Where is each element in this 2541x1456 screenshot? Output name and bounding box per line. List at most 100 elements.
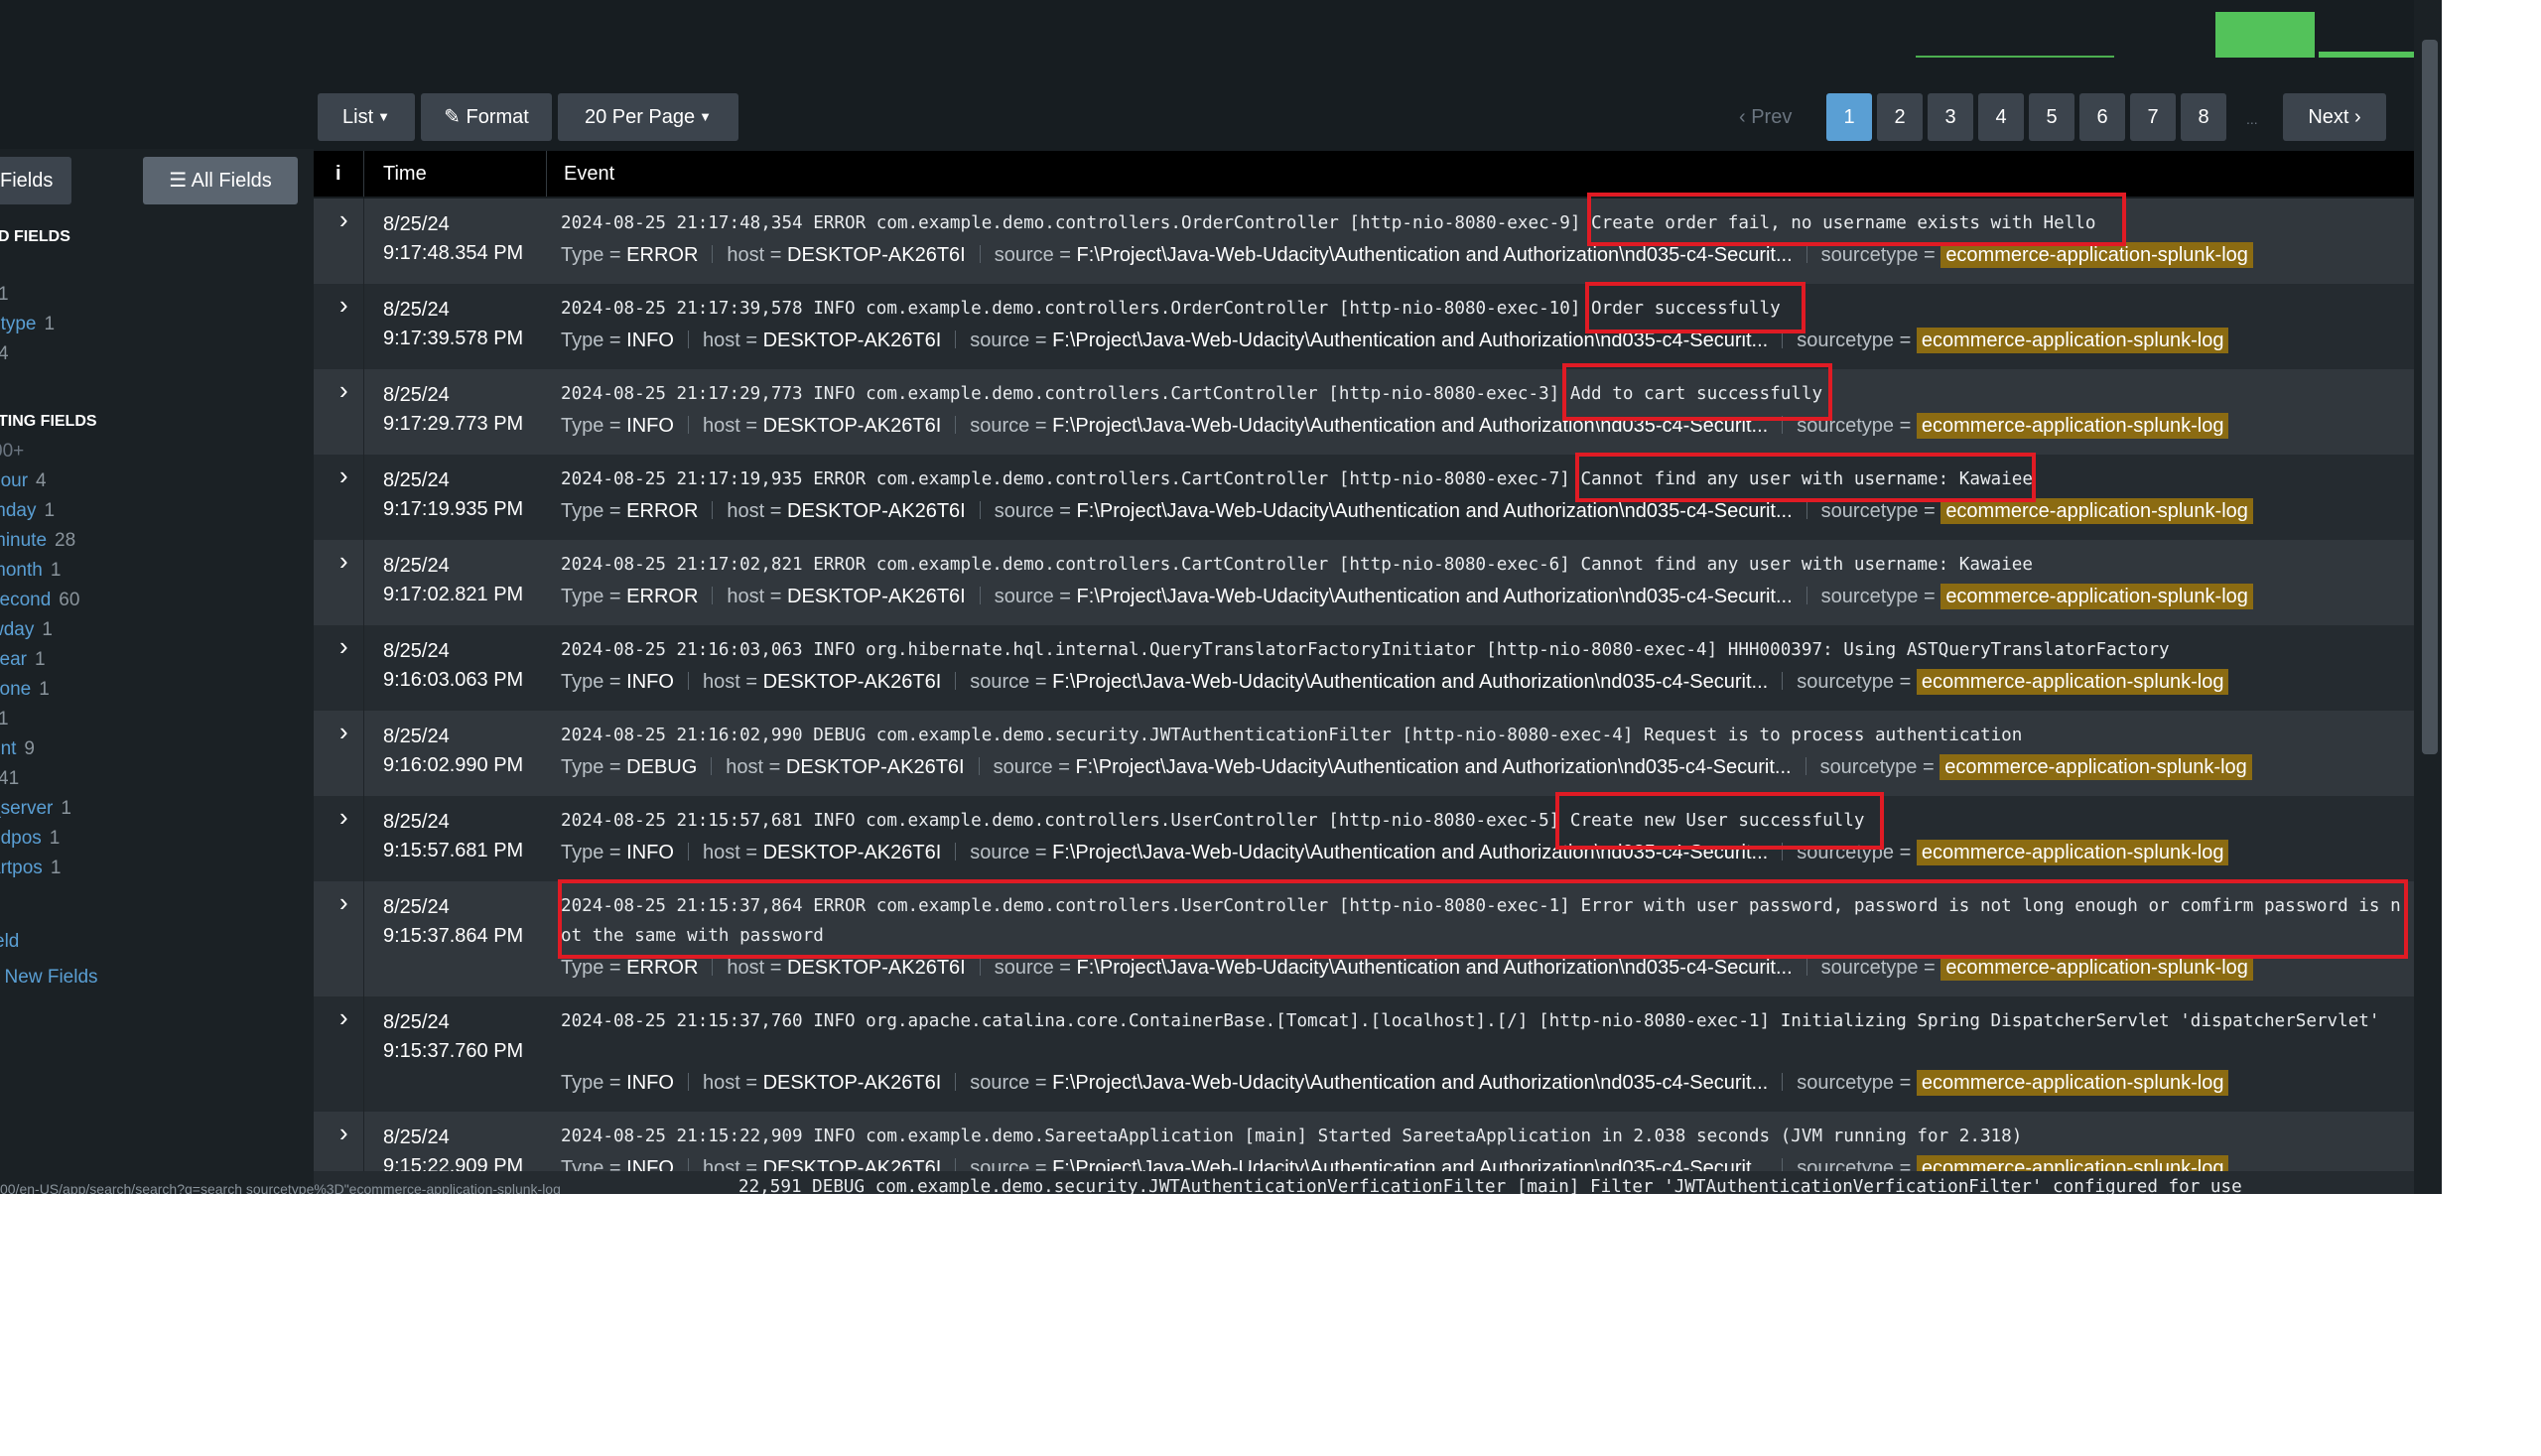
interesting-field-item[interactable]: wday 1: [0, 619, 53, 641]
per-page-dropdown[interactable]: 20 Per Page ▼: [558, 93, 738, 141]
type-value[interactable]: ERROR: [626, 957, 698, 979]
event-timestamp[interactable]: 8/25/24 9:17:19.935 PM: [383, 466, 523, 524]
page-button-5[interactable]: 5: [2029, 93, 2074, 141]
type-value[interactable]: DEBUG: [626, 756, 697, 778]
interesting-field-item[interactable]: hour 4: [0, 470, 47, 492]
interesting-field-item[interactable]: zone 1: [0, 679, 50, 701]
host-value[interactable]: DESKTOP-AK26T6I: [787, 244, 966, 266]
page-button-4[interactable]: 4: [1978, 93, 2024, 141]
host-value[interactable]: DESKTOP-AK26T6I: [763, 1072, 942, 1094]
expand-chevron-icon[interactable]: ›: [339, 290, 348, 321]
event-timestamp[interactable]: 8/25/24 9:16:02.990 PM: [383, 723, 523, 780]
type-value[interactable]: ERROR: [626, 586, 698, 607]
pagination-next[interactable]: Next ›: [2283, 93, 2386, 141]
page-button-7[interactable]: 7: [2130, 93, 2176, 141]
list-view-dropdown[interactable]: List ▼: [318, 93, 415, 141]
interesting-field-item[interactable]: minute 28: [0, 530, 75, 552]
expand-chevron-icon[interactable]: ›: [339, 546, 348, 577]
host-value[interactable]: DESKTOP-AK26T6I: [763, 671, 942, 693]
type-value[interactable]: INFO: [626, 671, 674, 693]
event-timestamp[interactable]: 8/25/24 9:17:39.578 PM: [383, 296, 523, 353]
table-row[interactable]: › 8/25/24 9:17:29.773 PM 2024-08-25 21:17:2…: [314, 369, 2414, 455]
interesting-field-item[interactable]: _server 1: [0, 798, 71, 820]
type-value[interactable]: INFO: [626, 842, 674, 863]
event-timestamp[interactable]: 8/25/24 9:15:37.760 PM: [383, 1008, 523, 1066]
host-value[interactable]: DESKTOP-AK26T6I: [787, 957, 966, 979]
event-timestamp[interactable]: 8/25/24 9:15:57.681 PM: [383, 808, 523, 865]
interesting-field-item[interactable]: artpos 1: [0, 858, 61, 879]
sourcetype-value[interactable]: ecommerce-application-splunk-log: [1916, 413, 2229, 439]
selected-field-item[interactable]: 1: [0, 284, 9, 306]
page-button-8[interactable]: 8: [2181, 93, 2226, 141]
scrollbar-thumb[interactable]: [2422, 40, 2438, 754]
event-timestamp[interactable]: 8/25/24 9:17:48.354 PM: [383, 210, 523, 268]
selected-field-item[interactable]: 4: [0, 343, 9, 365]
event-timestamp[interactable]: 8/25/24 9:16:03.063 PM: [383, 637, 523, 695]
expand-chevron-icon[interactable]: ›: [339, 204, 348, 235]
table-row[interactable]: › 8/25/24 9:16:03.063 PM 2024-08-25 21:16:0…: [314, 625, 2414, 711]
event-timestamp[interactable]: 8/25/24 9:17:29.773 PM: [383, 381, 523, 439]
page-button-6[interactable]: 6: [2079, 93, 2125, 141]
sourcetype-value[interactable]: ecommerce-application-splunk-log: [1916, 1070, 2229, 1096]
interesting-field-item[interactable]: second 60: [0, 590, 79, 611]
extract-new-fields-link[interactable]: t New Fields: [0, 967, 98, 989]
table-row[interactable]: › 8/25/24 9:15:37.760 PM 2024-08-25 21:15:3…: [314, 996, 2414, 1112]
interesting-field-item[interactable]: 1: [0, 709, 9, 730]
event-timestamp[interactable]: 8/25/24 9:15:37.864 PM: [383, 893, 523, 951]
type-value[interactable]: INFO: [626, 415, 674, 437]
format-button[interactable]: ✎ Format: [421, 93, 552, 141]
interesting-field-item[interactable]: 41: [0, 768, 19, 790]
host-value[interactable]: DESKTOP-AK26T6I: [763, 415, 942, 437]
source-value[interactable]: F:\Project\Java-Web-Udacity\Authenticati…: [1075, 756, 1791, 778]
expand-chevron-icon[interactable]: ›: [339, 887, 348, 918]
page-button-2[interactable]: 2: [1877, 93, 1923, 141]
expand-chevron-icon[interactable]: ›: [339, 375, 348, 406]
type-value[interactable]: ERROR: [626, 244, 698, 266]
source-value[interactable]: F:\Project\Java-Web-Udacity\Authenticati…: [1077, 500, 1793, 522]
table-row[interactable]: › 8/25/24 9:17:02.821 PM 2024-08-25 21:17:0…: [314, 540, 2414, 625]
timeline-bar[interactable]: [2215, 12, 2315, 58]
type-value[interactable]: ERROR: [626, 500, 698, 522]
table-row[interactable]: › 8/25/24 9:15:57.681 PM 2024-08-25 21:15:5…: [314, 796, 2414, 881]
interesting-field-item[interactable]: year 1: [0, 649, 46, 671]
type-value[interactable]: INFO: [626, 1072, 674, 1094]
expand-chevron-icon[interactable]: ›: [339, 631, 348, 662]
table-row[interactable]: › 8/25/24 9:16:02.990 PM 2024-08-25 21:16:0…: [314, 711, 2414, 796]
interesting-field-item[interactable]: unt 9: [0, 738, 35, 760]
host-value[interactable]: DESKTOP-AK26T6I: [786, 756, 965, 778]
source-value[interactable]: F:\Project\Java-Web-Udacity\Authenticati…: [1052, 671, 1768, 693]
interesting-field-item[interactable]: mday 1: [0, 500, 55, 522]
page-button-1[interactable]: 1: [1826, 93, 1872, 141]
time-column-header[interactable]: Time: [383, 151, 427, 197]
all-fields-button[interactable]: ☰ All Fields: [143, 157, 298, 204]
host-value[interactable]: DESKTOP-AK26T6I: [763, 330, 942, 351]
sourcetype-value[interactable]: ecommerce-application-splunk-log: [1939, 754, 2252, 780]
expand-chevron-icon[interactable]: ›: [339, 802, 348, 833]
source-value[interactable]: F:\Project\Java-Web-Udacity\Authenticati…: [1077, 244, 1793, 266]
sourcetype-value[interactable]: ecommerce-application-splunk-log: [1916, 328, 2229, 353]
expand-chevron-icon[interactable]: ›: [339, 461, 348, 491]
source-value[interactable]: F:\Project\Java-Web-Udacity\Authenticati…: [1077, 957, 1793, 979]
source-value[interactable]: F:\Project\Java-Web-Udacity\Authenticati…: [1052, 1072, 1768, 1094]
table-row[interactable]: › 8/25/24 9:17:39.578 PM 2024-08-25 21:17:3…: [314, 284, 2414, 369]
expand-chevron-icon[interactable]: ›: [339, 1118, 348, 1148]
source-value[interactable]: F:\Project\Java-Web-Udacity\Authenticati…: [1077, 586, 1793, 607]
pagination-prev[interactable]: ‹ Prev: [1739, 93, 1792, 141]
selected-field-item[interactable]: etype 1: [0, 314, 55, 335]
host-value[interactable]: DESKTOP-AK26T6I: [787, 586, 966, 607]
host-value[interactable]: DESKTOP-AK26T6I: [763, 842, 942, 863]
hide-fields-button[interactable]: Fields: [0, 157, 71, 204]
type-value[interactable]: INFO: [626, 330, 674, 351]
extract-field-link[interactable]: eld: [0, 931, 19, 953]
event-timestamp[interactable]: 8/25/24 9:17:02.821 PM: [383, 552, 523, 609]
expand-chevron-icon[interactable]: ›: [339, 1002, 348, 1033]
sourcetype-value[interactable]: ecommerce-application-splunk-log: [1916, 669, 2229, 695]
expand-chevron-icon[interactable]: ›: [339, 717, 348, 747]
host-value[interactable]: DESKTOP-AK26T6I: [787, 500, 966, 522]
sourcetype-value[interactable]: ecommerce-application-splunk-log: [1940, 584, 2253, 609]
table-row[interactable]: › 8/25/24 9:17:19.935 PM 2024-08-25 21:17:1…: [314, 455, 2414, 540]
interesting-field-item[interactable]: month 1: [0, 560, 61, 582]
page-button-3[interactable]: 3: [1928, 93, 1973, 141]
sourcetype-value[interactable]: ecommerce-application-splunk-log: [1916, 840, 2229, 865]
interesting-field-item[interactable]: ndpos 1: [0, 828, 60, 850]
